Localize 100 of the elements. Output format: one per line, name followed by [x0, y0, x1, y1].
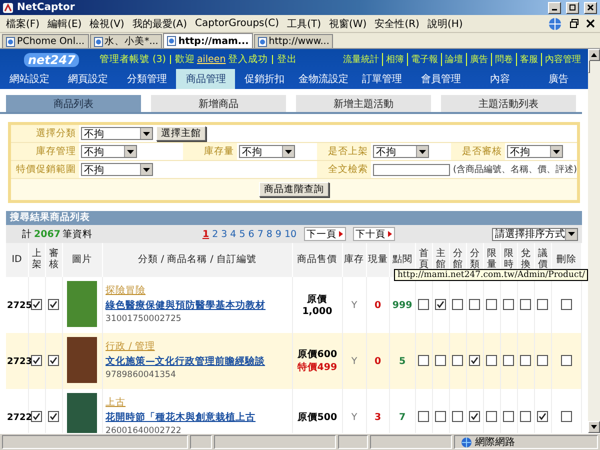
- checkbox[interactable]: [560, 355, 572, 366]
- dropdown[interactable]: 請選擇排序方式: [492, 228, 578, 240]
- menu-item[interactable]: 視窗(W): [324, 16, 371, 30]
- checkbox[interactable]: [486, 355, 498, 366]
- next-page-button[interactable]: 下十頁: [352, 227, 395, 241]
- page-link[interactable]: 1: [202, 228, 210, 240]
- browser-tab[interactable]: http://mam...: [163, 33, 253, 48]
- checkbox[interactable]: [31, 355, 42, 366]
- checkbox[interactable]: [560, 411, 572, 422]
- checkbox[interactable]: [537, 299, 548, 310]
- menu-item[interactable]: CaptorGroups(C): [191, 18, 284, 29]
- dropdown[interactable]: 不拘: [507, 145, 563, 158]
- checkbox[interactable]: [418, 299, 430, 310]
- checkbox[interactable]: [520, 411, 532, 422]
- checkbox[interactable]: [469, 299, 480, 310]
- checkbox[interactable]: [452, 355, 464, 366]
- browser-tab[interactable]: http://www...: [254, 34, 334, 48]
- checkbox[interactable]: [48, 411, 60, 422]
- menu-item[interactable]: 安全性(R): [370, 16, 424, 30]
- checkbox[interactable]: [418, 355, 430, 366]
- scroll-down-button[interactable]: [588, 421, 600, 433]
- sub-tab[interactable]: 新增商品: [151, 95, 286, 112]
- scrollbar-thumb[interactable]: [588, 60, 590, 73]
- checkbox[interactable]: [537, 411, 548, 422]
- sub-tab[interactable]: 主題活動列表: [441, 95, 576, 112]
- checkbox[interactable]: [520, 299, 532, 310]
- page-link[interactable]: 7: [257, 228, 264, 240]
- header-link[interactable]: 客服: [516, 53, 541, 66]
- checkbox[interactable]: [48, 355, 60, 366]
- dropdown[interactable]: 不拘: [81, 163, 153, 176]
- checkbox[interactable]: [469, 355, 480, 366]
- dropdown[interactable]: 不拘: [373, 145, 429, 158]
- header-link[interactable]: 問卷: [491, 53, 516, 66]
- nav-tab[interactable]: 訂單管理: [352, 69, 412, 89]
- checkbox[interactable]: [503, 411, 514, 422]
- next-page-button[interactable]: 下一頁: [304, 227, 346, 241]
- menu-item[interactable]: 檢視(V): [86, 16, 128, 30]
- browser-tab[interactable]: PChome Onl...: [2, 34, 89, 48]
- username-link[interactable]: aileen: [196, 54, 226, 65]
- menu-item[interactable]: 編輯(E): [44, 16, 86, 30]
- page-link[interactable]: 3: [221, 228, 228, 240]
- checkbox[interactable]: [435, 355, 446, 366]
- checkbox[interactable]: [469, 411, 480, 422]
- sub-tab[interactable]: 新增主題活動: [296, 95, 431, 112]
- header-link[interactable]: 相簿: [382, 53, 407, 66]
- checkbox[interactable]: [31, 411, 42, 422]
- dropdown[interactable]: 不拘: [81, 127, 153, 140]
- nav-tab[interactable]: 金物流設定: [294, 69, 353, 89]
- browser-tab[interactable]: 水、小美*...: [90, 34, 162, 48]
- checkbox[interactable]: [452, 299, 464, 310]
- search-field[interactable]: [373, 164, 450, 176]
- header-link[interactable]: 電子報: [407, 53, 441, 66]
- sub-tab[interactable]: 商品列表: [6, 95, 141, 112]
- page-link[interactable]: 2: [212, 228, 218, 240]
- menu-item[interactable]: 檔案(F): [2, 16, 44, 30]
- checkbox[interactable]: [560, 299, 572, 310]
- checkbox[interactable]: [486, 411, 498, 422]
- nav-tab[interactable]: 促銷折扣: [235, 69, 294, 89]
- checkbox[interactable]: [486, 299, 498, 310]
- checkbox[interactable]: [503, 355, 514, 366]
- checkbox[interactable]: [31, 299, 42, 310]
- product-name-link[interactable]: 綠色醫療保健與預防醫學基本功教材: [106, 298, 291, 313]
- nav-tab[interactable]: 網頁設定: [58, 69, 118, 89]
- checkbox[interactable]: [48, 299, 60, 310]
- page-link[interactable]: 5: [239, 228, 246, 240]
- checkbox[interactable]: [503, 299, 514, 310]
- menu-item[interactable]: 我的最愛(A): [128, 16, 191, 30]
- product-name-link[interactable]: 花開時節「種花木與創意栽植上古: [106, 410, 291, 425]
- advanced-search-button[interactable]: 商品進階查詢: [259, 182, 329, 197]
- header-link[interactable]: 流量統計: [340, 53, 382, 66]
- nav-tab[interactable]: 分類管理: [118, 69, 176, 89]
- page-link[interactable]: 8: [266, 228, 272, 240]
- page-link[interactable]: 4: [230, 228, 236, 240]
- checkbox[interactable]: [452, 411, 464, 422]
- header-link[interactable]: 內容管理: [541, 53, 584, 66]
- page-link[interactable]: 10: [284, 228, 297, 240]
- nav-tab[interactable]: 內容: [470, 69, 530, 89]
- nav-tab[interactable]: 會員管理: [412, 69, 470, 89]
- checkbox[interactable]: [520, 355, 532, 366]
- header-link[interactable]: 廣告: [466, 53, 491, 66]
- page-link[interactable]: 6: [248, 228, 254, 240]
- menu-item[interactable]: 說明(H): [423, 16, 467, 30]
- product-name-link[interactable]: 文化施策—文化行政管理前瞻經驗談: [106, 354, 291, 369]
- dropdown[interactable]: 不拘: [239, 145, 295, 158]
- logout-link[interactable]: 登出: [276, 53, 297, 66]
- checkbox[interactable]: [537, 355, 548, 366]
- maximize-button[interactable]: [566, 2, 579, 14]
- minimize-button[interactable]: [548, 2, 561, 14]
- checkbox[interactable]: [418, 411, 430, 422]
- nav-tab[interactable]: 商品管理: [176, 69, 236, 89]
- select-hall-button[interactable]: 選擇主館: [156, 126, 206, 141]
- header-link[interactable]: 論壇: [441, 53, 466, 66]
- scroll-up-button[interactable]: [588, 49, 600, 61]
- checkbox[interactable]: [435, 299, 446, 310]
- checkbox[interactable]: [435, 411, 446, 422]
- dropdown[interactable]: 不拘: [81, 145, 137, 158]
- nav-tab[interactable]: 網站設定: [0, 69, 59, 89]
- nav-tab[interactable]: 廣告: [529, 69, 588, 89]
- menu-item[interactable]: 工具(T): [283, 16, 325, 30]
- close-button[interactable]: [584, 2, 597, 14]
